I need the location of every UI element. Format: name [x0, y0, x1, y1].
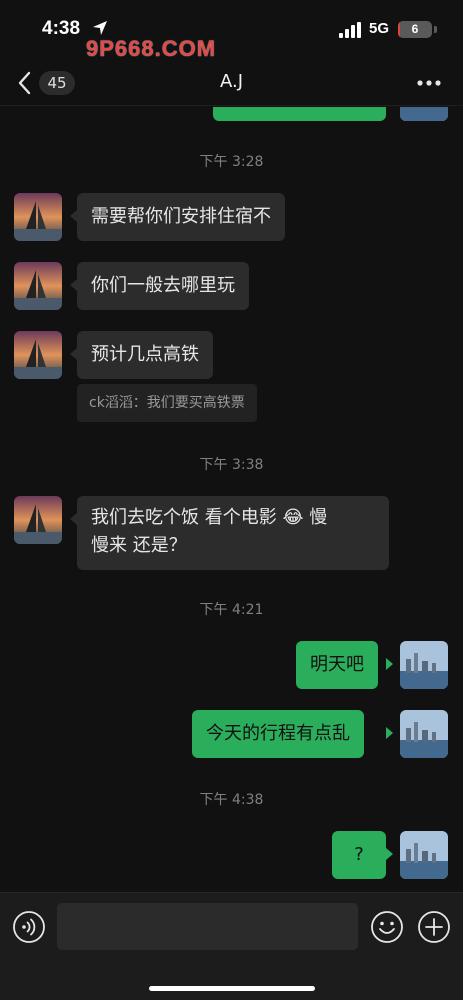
status-bar: 4:38 9P668.COM 5G 6 — [0, 0, 463, 61]
battery-tip — [434, 26, 437, 33]
timestamp: 下午 3:38 — [199, 457, 264, 473]
battery-icon: 6 — [398, 21, 432, 38]
message-line: 我们去吃个饭 看个电影 😂 慢 — [91, 507, 328, 528]
message-bubble-outgoing[interactable]: ? — [332, 831, 386, 879]
bubble-tail — [386, 848, 393, 860]
watermark: 9P668.COM — [86, 36, 217, 61]
sunset-sailboat-avatar — [14, 331, 62, 379]
bubble-tail — [386, 727, 393, 739]
emoji-icon[interactable] — [370, 910, 404, 944]
timestamp: 下午 4:38 — [199, 792, 264, 808]
chat-header: 45 A.J — [0, 60, 463, 106]
my-avatar[interactable] — [400, 831, 448, 879]
message-bubble-outgoing[interactable]: 明天吧 — [296, 641, 378, 689]
bubble-tail — [70, 279, 77, 291]
message-bubble-incoming[interactable]: 预计几点高铁 — [77, 331, 213, 379]
input-bar — [0, 892, 463, 1000]
contact-avatar[interactable] — [14, 331, 62, 379]
message-bubble-incoming[interactable]: 我们去吃个饭 看个电影 😂 慢 慢来 还是？ — [77, 496, 389, 570]
contact-avatar[interactable] — [14, 193, 62, 241]
more-dots-icon[interactable] — [414, 74, 444, 92]
message-input[interactable] — [57, 903, 358, 950]
city-skyline-avatar — [400, 641, 448, 689]
sunset-sailboat-avatar — [14, 262, 62, 310]
battery-percent: 6 — [411, 22, 419, 36]
message-bubble-outgoing[interactable]: 今天的行程有点乱 — [192, 710, 364, 758]
sunset-sailboat-avatar — [14, 496, 62, 544]
signal-icon — [339, 22, 361, 38]
timestamp: 下午 3:28 — [199, 154, 264, 170]
city-skyline-avatar — [400, 831, 448, 879]
my-avatar[interactable] — [400, 107, 448, 121]
location-arrow-icon — [93, 21, 107, 35]
timestamp: 下午 4:21 — [199, 602, 264, 618]
contact-avatar[interactable] — [14, 262, 62, 310]
network-type: 5G — [369, 20, 390, 37]
bubble-tail — [386, 658, 393, 670]
status-time: 4:38 — [42, 18, 81, 39]
voice-icon[interactable] — [12, 910, 46, 944]
chat-title: A.J — [219, 71, 244, 92]
bubble-tail — [70, 210, 77, 222]
bubble-tail — [70, 513, 77, 525]
contact-avatar[interactable] — [14, 496, 62, 544]
message-bubble-outgoing-partial[interactable] — [213, 107, 386, 121]
sunset-sailboat-avatar — [14, 193, 62, 241]
my-avatar[interactable] — [400, 710, 448, 758]
message-bubble-incoming[interactable]: 你们一般去哪里玩 — [77, 262, 249, 310]
bubble-tail — [70, 348, 77, 360]
message-bubble-incoming[interactable]: 需要帮你们安排住宿不 — [77, 193, 285, 241]
city-skyline-avatar — [400, 107, 448, 121]
message-list[interactable]: 下午 3:28 需要帮你们安排住宿不 你们一般去哪里玩 预计几点高铁 ck滔滔：… — [0, 107, 463, 892]
my-avatar[interactable] — [400, 641, 448, 689]
plus-icon[interactable] — [417, 910, 451, 944]
city-skyline-avatar — [400, 710, 448, 758]
home-indicator[interactable] — [149, 986, 315, 991]
message-line: 慢来 还是？ — [91, 535, 187, 556]
quoted-reply[interactable]: ck滔滔：我们要买高铁票 — [77, 384, 257, 422]
